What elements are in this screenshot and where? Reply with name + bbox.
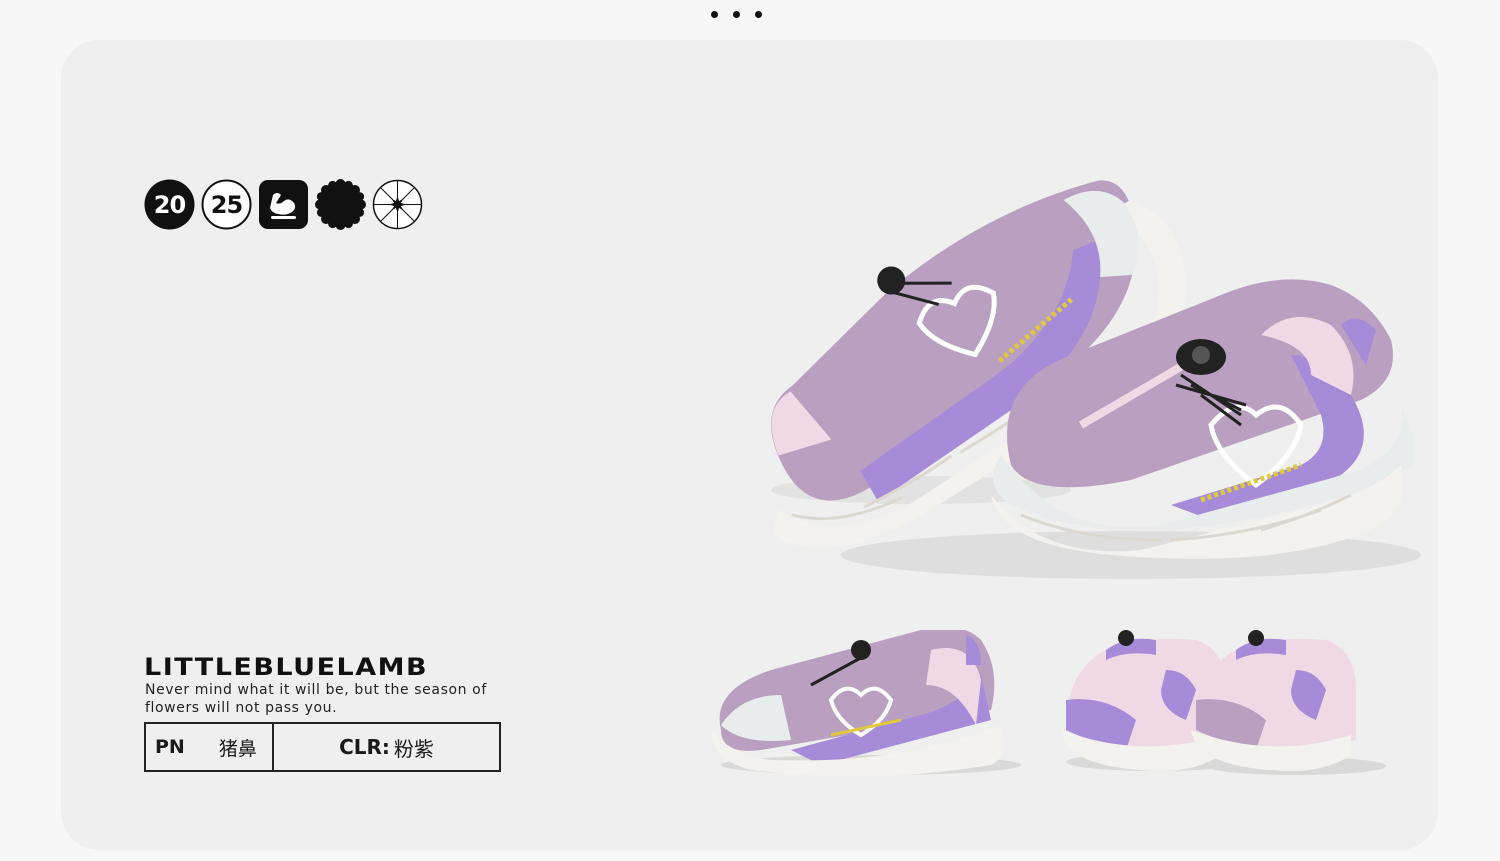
rear-view-shoes (1061, 630, 1386, 775)
hero-shoe-pair (771, 180, 1421, 579)
clr-cell: CLR: 粉紫 (274, 724, 499, 770)
pager-dot[interactable] (711, 11, 718, 18)
pn-value: 猪鼻 (218, 737, 257, 760)
foot-icon (258, 179, 309, 230)
product-info-box: PN 猪鼻 CLR: 粉紫 (144, 722, 501, 772)
pn-label: PN (155, 736, 185, 758)
tagline: Never mind what it will be, but the seas… (145, 682, 487, 716)
pn-cell: PN 猪鼻 (146, 724, 274, 770)
year-badge-20: 20 (144, 179, 195, 230)
clr-value: 粉紫 (393, 736, 434, 761)
year-badge-25: 25 (201, 179, 252, 230)
product-card: 20 25 LITTLEBLUELAMB Never mind what it … (61, 40, 1438, 850)
flower-icon (315, 179, 366, 230)
clr-label: CLR: (339, 735, 390, 759)
pager-dot[interactable] (755, 11, 762, 18)
side-view-shoe (711, 630, 1021, 777)
brand-name: LITTLEBLUELAMB (144, 653, 429, 682)
pager-dots[interactable] (711, 11, 762, 18)
star-wheel-icon (372, 179, 423, 230)
badge-row: 20 25 (144, 179, 429, 230)
pager-dot[interactable] (733, 11, 740, 18)
